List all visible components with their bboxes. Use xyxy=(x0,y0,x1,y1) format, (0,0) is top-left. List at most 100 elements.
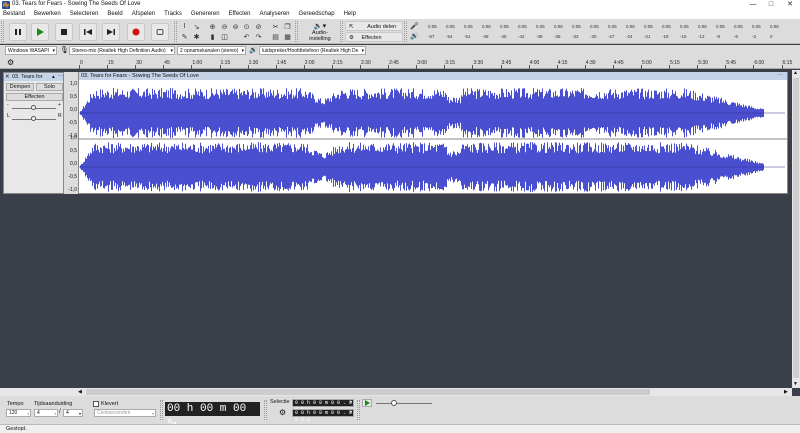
menu-gereedschap[interactable]: Gereedschap xyxy=(299,10,335,19)
track-menu-icon[interactable]: ⋯ xyxy=(58,73,64,81)
amplitude-label: 0,0 xyxy=(70,161,77,167)
snap-checkbox[interactable] xyxy=(93,401,99,407)
app-icon xyxy=(2,1,10,9)
redo-icon[interactable]: ↷ xyxy=(254,32,263,41)
meter-tick-label: -21 xyxy=(644,34,651,39)
record-meter-icon[interactable]: 🎤 xyxy=(410,22,419,30)
snap-unit-select[interactable]: Centiseconden ▾ xyxy=(94,409,156,417)
menu-analyseren[interactable]: Analyseren xyxy=(260,10,290,19)
toolbar-grip[interactable] xyxy=(1,21,4,42)
loop-button[interactable] xyxy=(151,23,169,41)
toolbar-grip[interactable] xyxy=(174,21,177,42)
trim-icon[interactable]: ▮ xyxy=(208,32,217,41)
selection-start-field[interactable]: 0 0 h 0 0 m 0 0 . 0 0 0 s▾ xyxy=(292,399,354,413)
audio-setup-button[interactable]: 🔈▾ Audio-instelling xyxy=(302,22,338,42)
horizontal-scrollbar[interactable]: ◀ ▶ xyxy=(0,388,792,396)
waveform[interactable] xyxy=(79,73,787,193)
mute-button[interactable]: Dempen xyxy=(6,83,34,91)
clip-menu-icon[interactable]: ⋯ xyxy=(778,72,784,80)
toolbar-grip[interactable] xyxy=(295,21,298,42)
skip-end-button[interactable] xyxy=(102,23,120,41)
vertical-scrollbar[interactable]: ▲ ▼ xyxy=(792,70,800,388)
envelope-tool-icon[interactable]: ↘ xyxy=(192,22,201,31)
scroll-down-icon[interactable]: ▼ xyxy=(793,381,798,387)
skip-start-button[interactable] xyxy=(79,23,97,41)
time-display[interactable]: 00 h 00 m 00 s▾ xyxy=(165,402,260,429)
play-at-speed-button[interactable] xyxy=(362,399,372,407)
zoom-in-icon[interactable]: ⊕ xyxy=(208,22,217,31)
waveform-panel[interactable] xyxy=(78,72,788,194)
zoom-toggle-icon[interactable]: ⊘ xyxy=(254,22,263,31)
menu-beeld[interactable]: Beeld xyxy=(107,10,122,19)
menu-bestand[interactable]: Bestand xyxy=(3,10,25,19)
menu-help[interactable]: Help xyxy=(344,10,356,19)
timeline-tick-mark xyxy=(163,65,165,69)
play-button[interactable] xyxy=(31,23,49,41)
collapse-icon[interactable]: ▴ xyxy=(52,73,55,81)
solo-button[interactable]: Solo xyxy=(36,83,63,91)
scroll-right-icon[interactable]: ▶ xyxy=(784,389,788,395)
clip-title-bar[interactable]: 03. Tears for Fears - Sowing The Seeds O… xyxy=(79,72,787,80)
draw-tool-icon[interactable]: ✎ xyxy=(180,32,189,41)
multi-tool-icon[interactable]: ✱ xyxy=(192,32,201,41)
timeline-tick-label: 3:30 xyxy=(473,60,484,66)
playback-meter-icon[interactable]: 🔊 xyxy=(410,32,419,40)
playback-speed-slider[interactable] xyxy=(376,403,432,404)
playback-speed-thumb[interactable] xyxy=(391,400,397,406)
horizontal-scroll-thumb[interactable] xyxy=(86,389,650,395)
meter-tick-label: -15 xyxy=(680,34,687,39)
menu-bewerken[interactable]: Bewerken xyxy=(34,10,61,19)
playback-device-select[interactable]: luidspreker/Hoofdtelefoon (Realtek High … xyxy=(259,46,366,55)
selection-tool-icon[interactable]: I xyxy=(180,22,189,31)
stop-button[interactable] xyxy=(55,23,73,41)
close-button[interactable]: ✕ xyxy=(781,0,799,10)
track-effects-button[interactable]: Effecten xyxy=(6,93,63,101)
menu-tracks[interactable]: Tracks xyxy=(164,10,182,19)
signature-denominator-select[interactable]: 4 ▾ xyxy=(63,409,83,417)
track-control-panel: ✕ 03. Tears for ▴ ⋯ Dempen Solo Effecten… xyxy=(3,72,64,194)
silence-icon[interactable]: ◫ xyxy=(220,32,229,41)
zoom-out-icon[interactable]: ⊖ xyxy=(220,22,229,31)
scroll-left-icon[interactable]: ◀ xyxy=(78,389,82,395)
timeline-ruler[interactable]: ⚙ 0 15 30 45 1:00 1:15 1:30 1:45 2:00 2:15 2:30 2:4… xyxy=(0,57,800,69)
menu-afspelen[interactable]: Afspelen xyxy=(132,10,155,19)
scroll-up-icon[interactable]: ▲ xyxy=(793,70,798,76)
vertical-scroll-thumb[interactable] xyxy=(793,78,799,378)
copy-icon[interactable]: ❐ xyxy=(283,22,292,31)
tempo-input[interactable]: 120 ↕ xyxy=(6,409,31,417)
selection-settings-icon[interactable]: ⚙ xyxy=(279,408,286,417)
get-effects-button[interactable]: ⚙ Effecten ophalen xyxy=(345,32,403,51)
meter-tick-label: 0.05 xyxy=(716,24,725,29)
fit-selection-icon[interactable]: ⊚ xyxy=(231,22,240,31)
recording-device-select[interactable]: Stereo-mix (Realtek High Definition Audi… xyxy=(69,46,175,55)
share-audio-button[interactable]: ⇱ Audio delen xyxy=(345,21,403,31)
toolbar-grip[interactable] xyxy=(357,400,360,420)
track-close-icon[interactable]: ✕ xyxy=(5,73,10,81)
delete-icon[interactable]: ▦ xyxy=(283,32,292,41)
meter-tick-label: 0.05 xyxy=(680,24,689,29)
menu-selecteren[interactable]: Selecteren xyxy=(70,10,99,19)
cut-icon[interactable]: ✂ xyxy=(271,22,280,31)
selection-end-field[interactable]: 0 0 h 0 0 m 0 0 . 0 0 0 s ▾ xyxy=(292,409,354,423)
fit-project-icon[interactable]: ⊙ xyxy=(242,22,251,31)
menu-effecten[interactable]: Effecten xyxy=(229,10,251,19)
track-name[interactable]: 03. Tears for xyxy=(12,73,42,81)
toolbar-grip[interactable] xyxy=(160,400,163,420)
toolbar-grip[interactable] xyxy=(264,400,267,420)
record-meter[interactable]: 0.05 0.05 0.05 0.05 0.05 0.05 0.05 0.05 0.05 0.05… xyxy=(420,23,790,29)
pause-button[interactable] xyxy=(9,23,27,41)
channels-select[interactable]: 2 opnamekanalen (stereo) ▾ xyxy=(177,46,246,55)
maximize-button[interactable]: □ xyxy=(762,0,780,10)
toolbar-grip[interactable] xyxy=(404,21,407,42)
audio-host-select[interactable]: Windows WASAPI ▾ xyxy=(5,46,57,55)
undo-icon[interactable]: ↶ xyxy=(242,32,251,41)
record-button[interactable] xyxy=(127,23,145,41)
menu-genereren[interactable]: Genereren xyxy=(191,10,220,19)
toolbar-grip[interactable] xyxy=(340,21,343,42)
playback-meter[interactable]: -57 -54 -51 -48 -45 -42 -39 -36 -33 -30 -27 -24 -21-… xyxy=(420,33,790,39)
signature-numerator-input[interactable]: 4 ↕ xyxy=(34,409,58,417)
gain-slider-thumb[interactable] xyxy=(31,105,36,110)
minimize-button[interactable]: — xyxy=(744,0,762,10)
pan-slider-thumb[interactable] xyxy=(31,116,36,121)
paste-icon[interactable]: ▤ xyxy=(271,32,280,41)
